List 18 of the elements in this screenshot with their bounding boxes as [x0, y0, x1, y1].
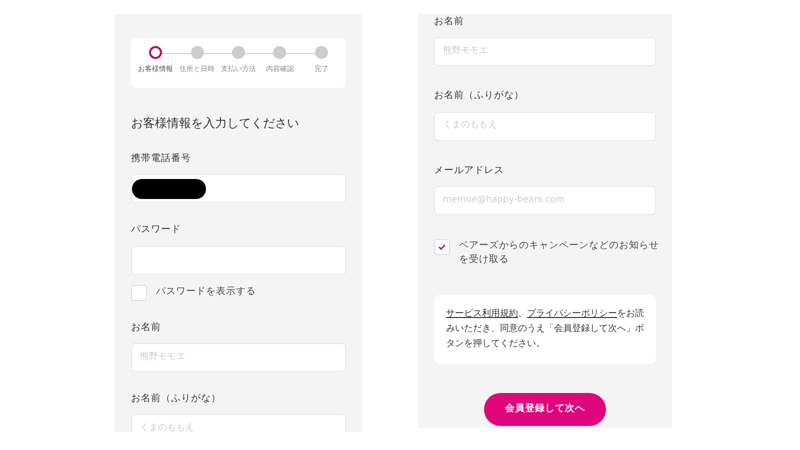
field-label: お名前（ふりがな） [131, 392, 222, 406]
form-heading: お客様情報を入力してください [131, 115, 300, 132]
checkbox-label: パスワードを表示する [156, 284, 256, 298]
field-label: お名前（ふりがな） [434, 89, 525, 104]
field-label: 携帯電話番号 [131, 152, 192, 166]
field-label: メールアドレス [434, 164, 505, 178]
check-icon [438, 242, 446, 251]
terms-link[interactable]: プライバシーポリシー [527, 308, 617, 319]
checkbox[interactable] [434, 238, 450, 255]
field-label: パスワード [131, 223, 182, 238]
consent-text: サービス利用規約、プライバシーポリシーをお読みいただき、同意のうえ「会員登録して次へ」ボタンを押してください。 [446, 307, 644, 351]
input-field[interactable] [131, 174, 346, 204]
field-label: お名前 [131, 320, 162, 334]
checkbox-label: ベアーズからのキャンペーンなどのお知らせを受け取る [459, 238, 660, 267]
submit-button[interactable]: 会員登録して次へ [484, 392, 606, 426]
terms-link[interactable]: サービス利用規約 [446, 308, 518, 319]
checkbox[interactable] [131, 284, 147, 300]
field-label: お名前 [434, 15, 465, 29]
